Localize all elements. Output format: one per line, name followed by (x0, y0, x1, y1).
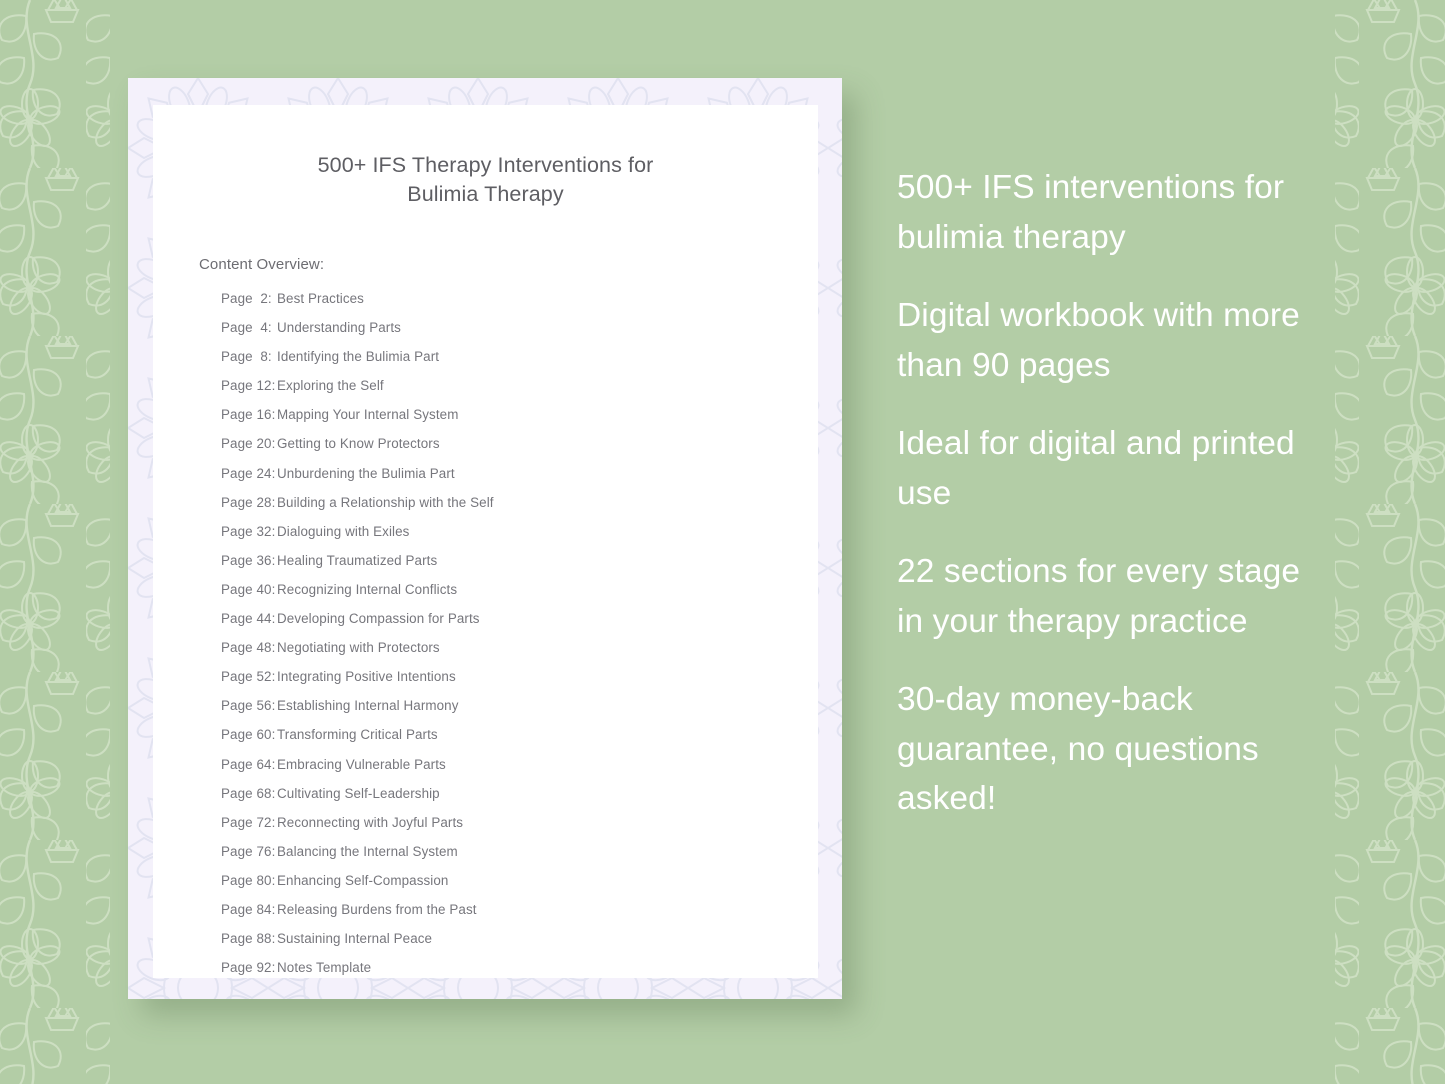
toc-entry: Page 36: Healing Traumatized Parts (221, 553, 818, 582)
toc-entry-page: Page 84: (221, 901, 276, 917)
toc-entry: Page 52: Integrating Positive Intentions (221, 669, 818, 698)
toc-entry: Page 88: Sustaining Internal Peace (221, 931, 818, 960)
toc-entry: Page 64: Embracing Vulnerable Parts (221, 757, 818, 786)
toc-entry-page: Page 4: (221, 320, 272, 336)
toc-entry-title: Recognizing Internal Conflicts (277, 581, 458, 597)
toc-entry-title: Getting to Know Protectors (277, 436, 440, 452)
toc-entry: Page 80: Enhancing Self-Compassion (221, 873, 818, 902)
toc-entry: Page 28: Building a Relationship with the… (221, 495, 818, 524)
toc-entry-title: Best Practices (277, 291, 364, 306)
toc-entry-title: Understanding Parts (277, 320, 401, 336)
marketing-bullet: Digital workbook with more than 90 pages (897, 297, 1300, 384)
toc-entry-title: Notes Template (277, 960, 372, 976)
toc-entry: Page 24: Unburdening the Bulimia Part (221, 466, 818, 495)
toc-entry-page: Page 12: (221, 378, 276, 394)
toc-entry-page: Page 28: (221, 494, 276, 510)
toc-entry: Page 68: Cultivating Self-Leadership (221, 786, 818, 815)
toc-entry-page: Page 24: (221, 465, 276, 481)
toc-entry: Page 84: Releasing Burdens from the Past (221, 902, 818, 931)
toc-entry-title: Exploring the Self (277, 378, 384, 394)
toc-entry: Page 8: Identifying the Bulimia Part (221, 349, 818, 378)
toc-entry-page: Page 48: (221, 640, 276, 656)
toc-entry-title: Integrating Positive Intentions (277, 669, 456, 685)
toc-entry-title: Healing Traumatized Parts (277, 552, 438, 568)
toc-entry-title: Reconnecting with Joyful Parts (277, 814, 464, 830)
toc-entry-page: Page 8: (221, 349, 272, 365)
toc-entry-page: Page 64: (221, 756, 276, 772)
toc-entry-page: Page 56: (221, 698, 276, 714)
product-preview-card: 500+ IFS Therapy Interventions for Bulim… (128, 78, 842, 999)
toc-entry-title: Balancing the Internal System (277, 843, 458, 859)
toc-entry: Page 4: Understanding Parts (221, 320, 818, 349)
toc-entry-page: Page 60: (221, 727, 276, 743)
toc-entry: Page 56: Establishing Internal Harmony (221, 698, 818, 727)
floral-border-right (1335, 0, 1445, 1084)
toc-entry: Page 60: Transforming Critical Parts (221, 727, 818, 756)
marketing-bullet-column: 500+ IFS interventions for bulimia thera… (897, 163, 1327, 853)
toc-entry-page: Page 76: (221, 843, 276, 859)
toc-entry-page: Page 88: (221, 931, 276, 947)
toc-entry: Page 44: Developing Compassion for Parts (221, 611, 818, 640)
toc-entry-title: Dialoguing with Exiles (277, 523, 410, 539)
toc-entry-page: Page 2: (221, 291, 272, 306)
table-of-contents-list: Page 2: Best Practices Page 4: Understandin… (221, 291, 818, 989)
toc-entry: Page 72: Reconnecting with Joyful Parts (221, 815, 818, 844)
toc-entry-title: Building a Relationship with the Self (277, 494, 494, 510)
page-title: 500+ IFS Therapy Interventions for Bulim… (317, 153, 654, 206)
toc-entry-page: Page 52: (221, 669, 276, 685)
toc-entry-title: Establishing Internal Harmony (277, 698, 459, 714)
toc-entry-page: Page 20: (221, 436, 276, 452)
toc-entry: Page 32: Dialoguing with Exiles (221, 524, 818, 553)
content-overview-label: Content Overview: (199, 256, 325, 273)
toc-entry: Page 92: Notes Template (221, 960, 818, 989)
marketing-bullet: 30-day money-back guarantee, no question… (897, 681, 1259, 817)
toc-entry-title: Mapping Your Internal System (277, 407, 459, 423)
toc-entry-page: Page 44: (221, 611, 276, 627)
toc-entry-page: Page 40: (221, 581, 276, 597)
toc-entry-title: Cultivating Self-Leadership (277, 785, 440, 801)
toc-entry: Page 2: Best Practices (221, 291, 818, 320)
toc-entry-page: Page 68: (221, 785, 276, 801)
marketing-bullet: Ideal for digital and printed use (897, 425, 1295, 512)
toc-entry-title: Identifying the Bulimia Part (277, 349, 440, 365)
toc-entry: Page 16: Mapping Your Internal System (221, 407, 818, 436)
toc-entry-title: Transforming Critical Parts (277, 727, 438, 743)
toc-entry-title: Enhancing Self-Compassion (277, 872, 449, 888)
card-inner-page: 500+ IFS Therapy Interventions for Bulim… (153, 105, 818, 978)
toc-entry: Page 12: Exploring the Self (221, 378, 818, 407)
toc-entry-title: Releasing Burdens from the Past (277, 901, 477, 917)
toc-entry-page: Page 72: (221, 814, 276, 830)
toc-entry-title: Embracing Vulnerable Parts (277, 756, 446, 772)
toc-entry: Page 40: Recognizing Internal Conflicts (221, 582, 818, 611)
marketing-bullet: 500+ IFS interventions for bulimia thera… (897, 169, 1285, 256)
toc-entry-title: Unburdening the Bulimia Part (277, 465, 455, 481)
toc-entry-page: Page 16: (221, 407, 276, 423)
toc-entry-title: Sustaining Internal Peace (277, 931, 433, 947)
toc-entry: Page 76: Balancing the Internal System (221, 844, 818, 873)
toc-entry-page: Page 36: (221, 552, 276, 568)
toc-entry-page: Page 92: (221, 960, 276, 976)
toc-entry-page: Page 32: (221, 523, 276, 539)
toc-entry-title: Developing Compassion for Parts (277, 611, 480, 627)
toc-entry: Page 20: Getting to Know Protectors (221, 436, 818, 465)
toc-entry-title: Negotiating with Protectors (277, 640, 440, 656)
toc-entry-page: Page 80: (221, 872, 276, 888)
toc-entry: Page 48: Negotiating with Protectors (221, 640, 818, 669)
marketing-bullet: 22 sections for every stage in your ther… (897, 553, 1301, 640)
floral-border-left (0, 0, 110, 1084)
